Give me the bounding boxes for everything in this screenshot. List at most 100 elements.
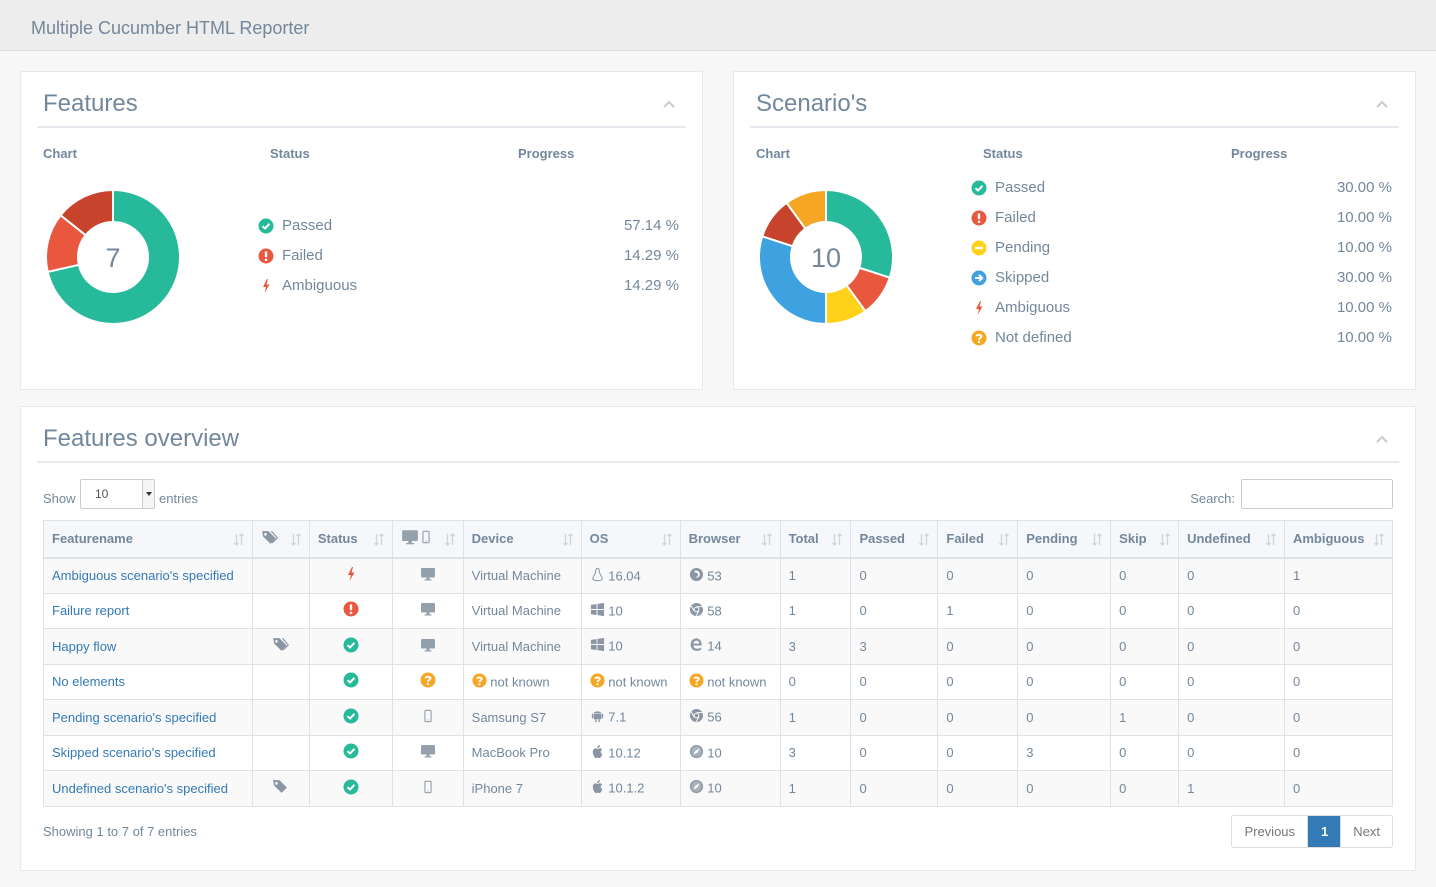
check-circle-icon	[343, 672, 359, 691]
ambiguous-count-cell: 0	[1283, 628, 1394, 665]
browser-cell: 58	[679, 592, 781, 629]
feature-link[interactable]: Failure report	[52, 603, 129, 618]
column-header-status[interactable]: Status	[308, 520, 393, 559]
feature-link[interactable]: Happy flow	[52, 639, 116, 654]
column-header-tags[interactable]	[251, 520, 310, 559]
device-type-cell	[391, 770, 464, 807]
total-count-cell: 3	[779, 734, 852, 771]
legend-label: Ambiguous	[995, 299, 1071, 316]
status-cell	[308, 699, 393, 736]
dropdown-arrow-icon	[142, 480, 154, 508]
features-panel: Features Chart Status Progress 7 Passed 5…	[20, 71, 703, 390]
column-header-total[interactable]: Total	[779, 520, 852, 559]
tags-cell	[251, 770, 310, 807]
status-cell	[308, 734, 393, 771]
column-header-pending[interactable]: Pending	[1017, 520, 1112, 559]
feature-link[interactable]: Ambiguous scenario's specified	[52, 568, 234, 583]
column-header-label: Device	[471, 531, 514, 547]
legend-percentage: 14.29 %	[623, 277, 679, 294]
collapse-toggle[interactable]	[1375, 433, 1389, 445]
column-header-progress: Progress	[1231, 146, 1288, 161]
legend-label: Pending	[995, 239, 1051, 256]
total-count-cell: 1	[779, 557, 852, 594]
sort-icon	[233, 533, 244, 546]
column-header-featurename[interactable]: Featurename	[43, 520, 253, 559]
chevron-up-icon	[663, 100, 675, 108]
os-version: 7.1	[608, 709, 627, 725]
undefined-count-cell: 1	[1178, 770, 1285, 807]
browser-version: 10	[707, 780, 722, 796]
collapse-toggle[interactable]	[662, 98, 676, 110]
panel-title: Features overview	[43, 425, 240, 452]
check-circle-icon	[343, 637, 359, 656]
undefined-count-cell: 0	[1178, 557, 1285, 594]
skip-count-cell: 0	[1110, 592, 1180, 629]
column-header-failed[interactable]: Failed	[937, 520, 1019, 559]
sort-icon	[444, 533, 455, 546]
skip-count-cell: 0	[1110, 663, 1180, 700]
column-header-label: Total	[788, 531, 819, 547]
undefined-count-cell: 0	[1178, 592, 1285, 629]
column-header-chart: Chart	[43, 146, 77, 161]
failed-count-cell: 0	[937, 699, 1019, 736]
chrome-icon	[689, 602, 704, 620]
tag-icon[interactable]	[272, 778, 289, 798]
feature-name-cell: Ambiguous scenario's specified	[43, 557, 253, 594]
browser-cell: 10	[679, 734, 781, 771]
passed-count-cell: 3	[850, 628, 939, 665]
question-circle-icon	[689, 673, 704, 691]
legend-item-ambiguous: Ambiguous 14.29 %	[258, 277, 679, 307]
column-header-device-type[interactable]	[391, 520, 464, 559]
previous-page-button[interactable]: Previous	[1232, 816, 1309, 847]
browser-cell: not known	[679, 663, 781, 700]
feature-link[interactable]: Undefined scenario's specified	[52, 781, 228, 796]
show-label: Show	[43, 491, 76, 506]
bolt-icon	[258, 278, 274, 294]
donut-center-total: 10	[811, 243, 841, 273]
failed-count-cell: 0	[937, 557, 1019, 594]
next-page-button[interactable]: Next	[1340, 816, 1392, 847]
question-circle-icon	[971, 330, 987, 346]
safari-icon	[689, 779, 704, 797]
failed-count-cell: 0	[937, 734, 1019, 771]
pending-count-cell: 0	[1017, 628, 1112, 665]
legend-percentage: 10.00 %	[1336, 239, 1392, 256]
column-header-device[interactable]: Device	[462, 520, 582, 559]
chevron-up-icon	[1376, 435, 1388, 443]
device-cell: Virtual Machine	[462, 628, 582, 665]
column-header-skip[interactable]: Skip	[1110, 520, 1180, 559]
collapse-toggle[interactable]	[1375, 98, 1389, 110]
legend-item-passed: Passed 30.00 %	[971, 179, 1392, 209]
passed-count-cell: 0	[850, 770, 939, 807]
os-version: not known	[608, 674, 668, 690]
tags-icon[interactable]	[272, 636, 290, 656]
column-header-browser[interactable]: Browser	[679, 520, 781, 559]
column-header-passed[interactable]: Passed	[850, 520, 939, 559]
column-header-undefined[interactable]: Undefined	[1178, 520, 1285, 559]
check-circle-icon	[971, 180, 987, 196]
table-row: Undefined scenario's specified iPhone 7 1…	[43, 770, 1394, 807]
chevron-up-icon	[1376, 100, 1388, 108]
search-input[interactable]	[1241, 479, 1393, 509]
undefined-count-cell: 0	[1178, 628, 1285, 665]
os-version: 10	[608, 638, 623, 654]
feature-link[interactable]: No elements	[52, 674, 125, 689]
tags-cell	[251, 734, 310, 771]
os-cell: 10	[580, 592, 681, 629]
apple-icon	[590, 779, 605, 797]
feature-link[interactable]: Skipped scenario's specified	[52, 745, 216, 760]
sort-icon	[661, 533, 672, 546]
legend-item-skipped: Skipped 30.00 %	[971, 269, 1392, 299]
minus-circle-icon	[971, 240, 987, 256]
column-header-os[interactable]: OS	[580, 520, 681, 559]
column-header-label: Passed	[859, 531, 906, 547]
bolt-icon	[971, 300, 987, 316]
page-size-select[interactable]: 10	[80, 479, 155, 509]
feature-link[interactable]: Pending scenario's specified	[52, 710, 216, 725]
showing-entries-info: Showing 1 to 7 of 7 entries	[43, 824, 197, 839]
page-1-button[interactable]: 1	[1308, 816, 1341, 847]
column-header-ambiguous[interactable]: Ambiguous	[1283, 520, 1394, 559]
status-cell	[308, 628, 393, 665]
desktop-icon	[420, 743, 436, 762]
os-version: 10.1.2	[608, 780, 645, 796]
